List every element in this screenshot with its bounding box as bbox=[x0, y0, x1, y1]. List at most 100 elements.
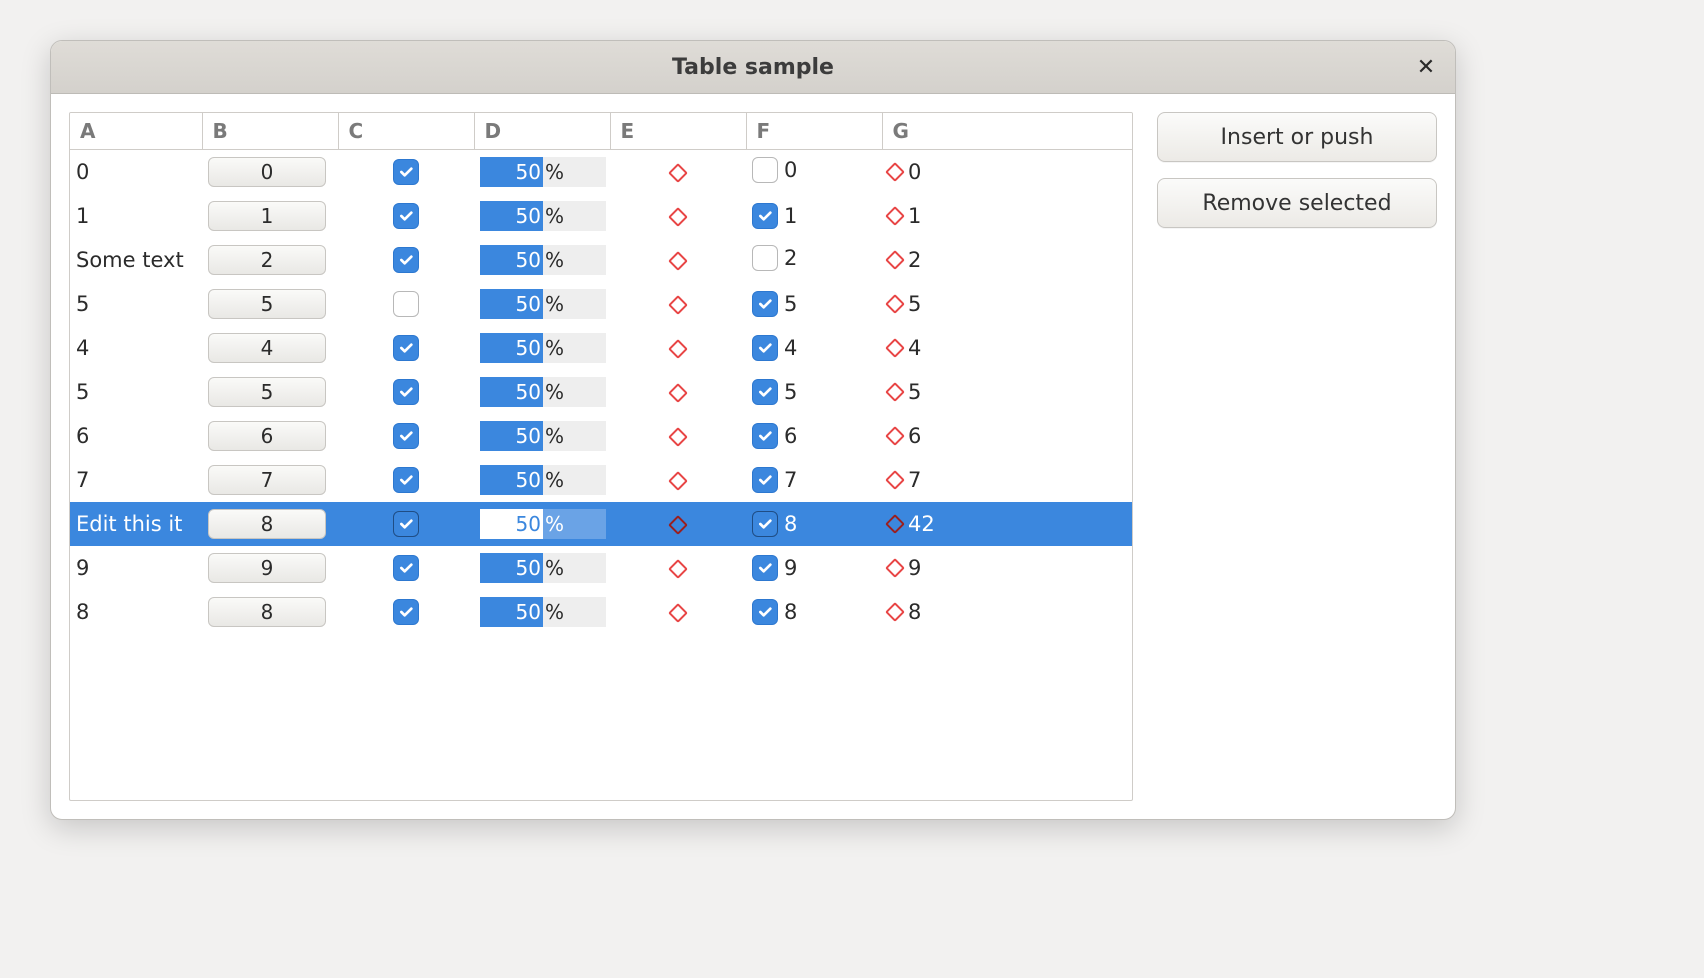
progress-bar[interactable]: 50 % bbox=[480, 421, 606, 451]
cell-a[interactable]: 1 bbox=[70, 194, 202, 238]
row-button[interactable]: 4 bbox=[208, 333, 326, 363]
progress-bar[interactable]: 50 % bbox=[480, 289, 606, 319]
row-button[interactable]: 7 bbox=[208, 465, 326, 495]
cell-a[interactable]: Some text bbox=[70, 238, 202, 282]
cell-a[interactable]: 5 bbox=[70, 282, 202, 326]
diamond-icon[interactable] bbox=[668, 515, 688, 535]
cell-a[interactable]: 7 bbox=[70, 458, 202, 502]
progress-bar[interactable]: 50 % bbox=[480, 157, 606, 187]
progress-bar[interactable]: 50 % bbox=[480, 509, 606, 539]
row-button[interactable]: 6 bbox=[208, 421, 326, 451]
cell-a[interactable]: 0 bbox=[70, 150, 202, 195]
diamond-icon[interactable] bbox=[885, 514, 905, 534]
table-row[interactable]: 9 9 50 % 9 bbox=[70, 546, 1132, 590]
row-button[interactable]: 8 bbox=[208, 509, 326, 539]
cell-a[interactable]: 9 bbox=[70, 546, 202, 590]
progress-bar[interactable]: 50 % bbox=[480, 553, 606, 583]
remove-button[interactable]: Remove selected bbox=[1157, 178, 1437, 228]
row-button[interactable]: 5 bbox=[208, 377, 326, 407]
diamond-icon[interactable] bbox=[885, 470, 905, 490]
column-header[interactable]: B bbox=[202, 113, 338, 150]
progress-bar[interactable]: 50 % bbox=[480, 245, 606, 275]
checkbox-c[interactable] bbox=[393, 379, 419, 405]
column-header[interactable]: E bbox=[610, 113, 746, 150]
diamond-icon[interactable] bbox=[885, 294, 905, 314]
progress-bar[interactable]: 50 % bbox=[480, 465, 606, 495]
diamond-icon[interactable] bbox=[885, 162, 905, 182]
progress-bar[interactable]: 50 % bbox=[480, 597, 606, 627]
table-row[interactable]: 5 5 50 % 5 bbox=[70, 370, 1132, 414]
checkbox-f[interactable] bbox=[752, 511, 778, 537]
checkbox-f[interactable] bbox=[752, 335, 778, 361]
diamond-icon[interactable] bbox=[885, 602, 905, 622]
row-button[interactable]: 2 bbox=[208, 245, 326, 275]
checkbox-c[interactable] bbox=[393, 467, 419, 493]
checkbox-f[interactable] bbox=[752, 423, 778, 449]
progress-bar[interactable]: 50 % bbox=[480, 333, 606, 363]
checkbox-f[interactable] bbox=[752, 467, 778, 493]
checkbox-c[interactable] bbox=[393, 335, 419, 361]
checkbox-f[interactable] bbox=[752, 555, 778, 581]
table-row[interactable]: 1 1 50 % 1 bbox=[70, 194, 1132, 238]
checkbox-f[interactable] bbox=[752, 291, 778, 317]
diamond-icon[interactable] bbox=[885, 250, 905, 270]
checkbox-c[interactable] bbox=[393, 423, 419, 449]
checkbox-c[interactable] bbox=[393, 599, 419, 625]
insert-button[interactable]: Insert or push bbox=[1157, 112, 1437, 162]
checkbox-c[interactable] bbox=[393, 555, 419, 581]
checkbox-f[interactable] bbox=[752, 379, 778, 405]
cell-a[interactable]: 6 bbox=[70, 414, 202, 458]
cell-a[interactable]: 5 bbox=[70, 370, 202, 414]
close-icon[interactable]: ✕ bbox=[1411, 52, 1441, 82]
table-header-row[interactable]: A B C D E F G bbox=[70, 113, 1132, 150]
cell-a[interactable]: 8 bbox=[70, 590, 202, 634]
checkbox-c[interactable] bbox=[393, 511, 419, 537]
checkbox-c[interactable] bbox=[393, 247, 419, 273]
row-button[interactable]: 8 bbox=[208, 597, 326, 627]
diamond-icon[interactable] bbox=[885, 426, 905, 446]
checkbox-c[interactable] bbox=[393, 291, 419, 317]
progress-bar[interactable]: 50 % bbox=[480, 201, 606, 231]
table-row[interactable]: 6 6 50 % 6 bbox=[70, 414, 1132, 458]
table-row[interactable]: Some text 2 50 % 2 bbox=[70, 238, 1132, 282]
column-header[interactable]: F bbox=[746, 113, 882, 150]
diamond-icon[interactable] bbox=[885, 206, 905, 226]
diamond-icon[interactable] bbox=[668, 427, 688, 447]
diamond-icon[interactable] bbox=[668, 603, 688, 623]
checkbox-f[interactable] bbox=[752, 203, 778, 229]
diamond-icon[interactable] bbox=[668, 251, 688, 271]
diamond-icon[interactable] bbox=[668, 163, 688, 183]
table-row[interactable]: Edit this it 8 50 % 8 bbox=[70, 502, 1132, 546]
diamond-icon[interactable] bbox=[668, 559, 688, 579]
titlebar[interactable]: Table sample ✕ bbox=[51, 41, 1455, 94]
table-row[interactable]: 0 0 50 % 0 bbox=[70, 150, 1132, 195]
checkbox-f[interactable] bbox=[752, 245, 778, 271]
row-button[interactable]: 1 bbox=[208, 201, 326, 231]
column-header[interactable]: C bbox=[338, 113, 474, 150]
row-button[interactable]: 0 bbox=[208, 157, 326, 187]
diamond-icon[interactable] bbox=[885, 338, 905, 358]
diamond-icon[interactable] bbox=[668, 207, 688, 227]
diamond-icon[interactable] bbox=[885, 382, 905, 402]
diamond-icon[interactable] bbox=[668, 295, 688, 315]
checkbox-f[interactable] bbox=[752, 157, 778, 183]
row-button[interactable]: 5 bbox=[208, 289, 326, 319]
cell-a[interactable]: 4 bbox=[70, 326, 202, 370]
table-row[interactable]: 5 5 50 % 5 bbox=[70, 282, 1132, 326]
table-row[interactable]: 4 4 50 % 4 bbox=[70, 326, 1132, 370]
checkbox-f[interactable] bbox=[752, 599, 778, 625]
table-row[interactable]: 8 8 50 % 8 bbox=[70, 590, 1132, 634]
diamond-icon[interactable] bbox=[668, 471, 688, 491]
table-row[interactable]: 7 7 50 % 7 bbox=[70, 458, 1132, 502]
cell-a[interactable]: Edit this it bbox=[70, 502, 202, 546]
row-button[interactable]: 9 bbox=[208, 553, 326, 583]
diamond-icon[interactable] bbox=[668, 383, 688, 403]
checkbox-c[interactable] bbox=[393, 159, 419, 185]
column-header[interactable]: A bbox=[70, 113, 202, 150]
diamond-icon[interactable] bbox=[885, 558, 905, 578]
data-table[interactable]: A B C D E F G 0 0 bbox=[70, 113, 1132, 634]
column-header[interactable]: D bbox=[474, 113, 610, 150]
checkbox-c[interactable] bbox=[393, 203, 419, 229]
column-header[interactable]: G bbox=[882, 113, 1132, 150]
progress-bar[interactable]: 50 % bbox=[480, 377, 606, 407]
